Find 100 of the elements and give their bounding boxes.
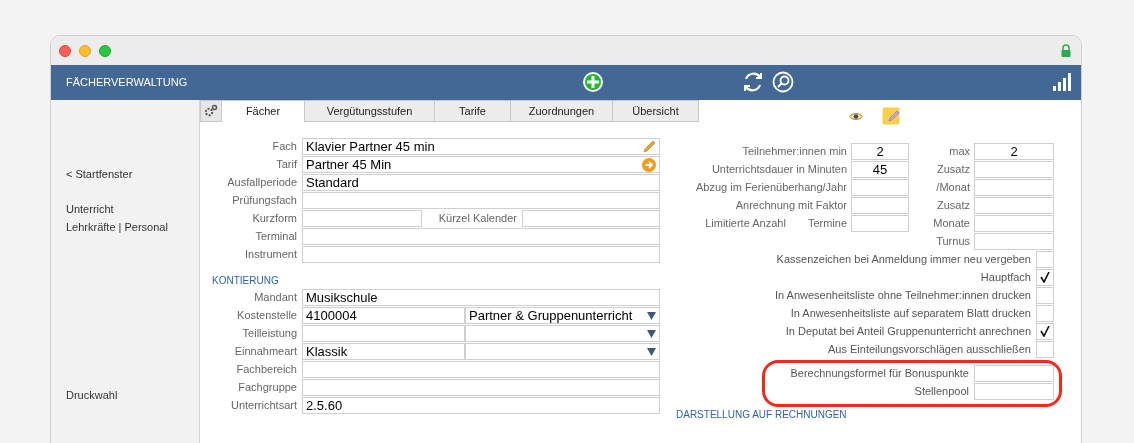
input-field[interactable]: Partner 45 Min (302, 156, 660, 173)
checkbox[interactable] (1036, 323, 1054, 340)
checkbox-label: In Anwesenheitsliste auf separatem Blatt drucken (790, 306, 1032, 322)
field-label: max (948, 144, 971, 160)
refresh-icon[interactable] (742, 71, 764, 93)
lock-icon (1061, 44, 1071, 57)
field-label: Fachbereich (235, 362, 298, 378)
field-label: Tarif (275, 157, 298, 173)
field-label: Prüfungsfach (231, 193, 298, 209)
input-field[interactable]: Klavier Partner 45 min (302, 138, 660, 155)
input-field[interactable] (522, 210, 660, 227)
checkbox-label: In Deputat bei Anteil Gruppenunterricht anrechnen (785, 324, 1032, 340)
field-label: /Monat (935, 180, 971, 196)
checkbox[interactable] (1036, 287, 1054, 304)
checkmark-icon (1040, 272, 1050, 283)
sidebar-link[interactable]: < Startfenster (66, 167, 199, 181)
checkbox[interactable] (1036, 269, 1054, 286)
add-icon[interactable] (582, 71, 604, 93)
input-field[interactable] (974, 233, 1054, 250)
field-label: Ausfallperiode (226, 175, 298, 191)
tab[interactable]: Tarife (435, 100, 511, 122)
field-label: Zusatz (936, 162, 971, 178)
field-label: Kürzel Kalender (437, 211, 518, 227)
input-field[interactable] (974, 215, 1054, 232)
sidebar-link[interactable]: Lehrkräfte | Personal (66, 220, 199, 234)
field-label: Unterrichtsdauer in Minuten (711, 162, 847, 178)
input-field[interactable]: 4100004 (302, 307, 465, 324)
input-field[interactable] (302, 228, 660, 245)
field-label: Zusatz (936, 198, 971, 214)
zoom-window-icon[interactable] (99, 44, 111, 57)
sidebar-link[interactable]: Druckwahl (66, 388, 199, 402)
input-field[interactable]: 2 (851, 143, 909, 160)
pencil-icon[interactable] (643, 140, 656, 153)
field-label: Limitierte Anzahl (705, 216, 786, 232)
input-field[interactable] (974, 197, 1054, 214)
input-field[interactable] (302, 210, 422, 227)
input-field[interactable]: Musikschule (302, 289, 660, 306)
close-window-icon[interactable] (59, 44, 71, 57)
dropdown[interactable] (465, 325, 660, 342)
checkbox-label: Hauptfach (980, 270, 1032, 286)
field-label: Terminal (254, 229, 298, 245)
arrow-circle-icon[interactable] (642, 157, 656, 172)
field-label: Berechnungsformel für Bonuspunkte (790, 366, 970, 382)
checkmark-icon (1040, 326, 1050, 337)
dropdown[interactable] (465, 343, 660, 360)
checkbox[interactable] (1036, 341, 1054, 358)
checkbox[interactable] (1036, 305, 1054, 322)
checkbox-label: Kassenzeichen bei Anmeldung immer neu vergeben (776, 252, 1032, 268)
field-label: Anrechnung mit Faktor (735, 198, 847, 214)
field-label: Turnus (935, 234, 971, 250)
input-field[interactable] (851, 215, 909, 232)
input-field[interactable]: 2 (974, 143, 1054, 160)
module-title: FÄCHERVERWALTUNG (66, 75, 188, 91)
search-icon[interactable] (772, 71, 794, 93)
settings-icon (204, 104, 218, 118)
input-field[interactable]: Standard (302, 174, 660, 191)
field-label: Stellenpool (914, 384, 970, 400)
field-label: Fachgruppe (237, 380, 298, 396)
signal-icon (1053, 73, 1071, 91)
section-heading: DARSTELLUNG AUF RECHNUNGEN (676, 408, 848, 422)
checkbox-label: Aus Einteilungsvorschlägen ausschließen (828, 342, 1032, 358)
minimize-window-icon[interactable] (79, 44, 91, 57)
field-label: Mandant (253, 290, 298, 306)
tab[interactable]: Zuordnungen (511, 100, 613, 122)
field-label: Teilleistung (241, 326, 298, 342)
tab[interactable]: Vergütungsstufen (305, 100, 435, 122)
section-heading: KONTIERUNG (212, 274, 280, 287)
field-label: Kostenstelle (236, 308, 298, 324)
field-label: Einnahmeart (233, 344, 298, 360)
checkbox[interactable] (1036, 251, 1054, 268)
field-label: Instrument (244, 247, 298, 263)
input-field[interactable]: Klassik (302, 343, 465, 360)
input-field[interactable] (851, 197, 909, 214)
field-label: Kurzform (251, 211, 298, 227)
field-label: Unterrichtsart (229, 398, 298, 414)
input-field[interactable] (974, 179, 1054, 196)
input-field[interactable] (974, 365, 1054, 382)
field-label: Abzug im Ferienüberhang/Jahr (695, 180, 847, 196)
tab[interactable]: Übersicht (613, 100, 699, 122)
field-label: Termine (807, 216, 847, 232)
field-label: Fach (271, 139, 298, 155)
input-field[interactable]: 2.5.60 (302, 397, 660, 414)
input-field[interactable] (302, 379, 660, 396)
input-field[interactable] (974, 161, 1054, 178)
note-icon[interactable] (882, 107, 900, 125)
input-field[interactable] (302, 192, 660, 209)
checkbox-label: In Anwesenheitsliste ohne Teilnehmer:innen drucken (774, 288, 1032, 304)
field-label: Teilnehmer:innen min (742, 144, 847, 160)
tab[interactable]: Fächer (222, 100, 305, 122)
field-label: Monate (932, 216, 971, 232)
input-field[interactable] (302, 325, 465, 342)
sidebar-link[interactable]: Unterricht (66, 202, 199, 216)
settings-tab[interactable] (200, 100, 222, 122)
input-field[interactable] (302, 246, 660, 263)
dropdown[interactable]: Partner & Gruppenunterricht (465, 307, 660, 324)
eye-icon[interactable] (849, 112, 863, 121)
input-field[interactable] (851, 179, 909, 196)
input-field[interactable] (974, 383, 1054, 400)
input-field[interactable] (302, 361, 660, 378)
input-field[interactable]: 45 (851, 161, 909, 178)
